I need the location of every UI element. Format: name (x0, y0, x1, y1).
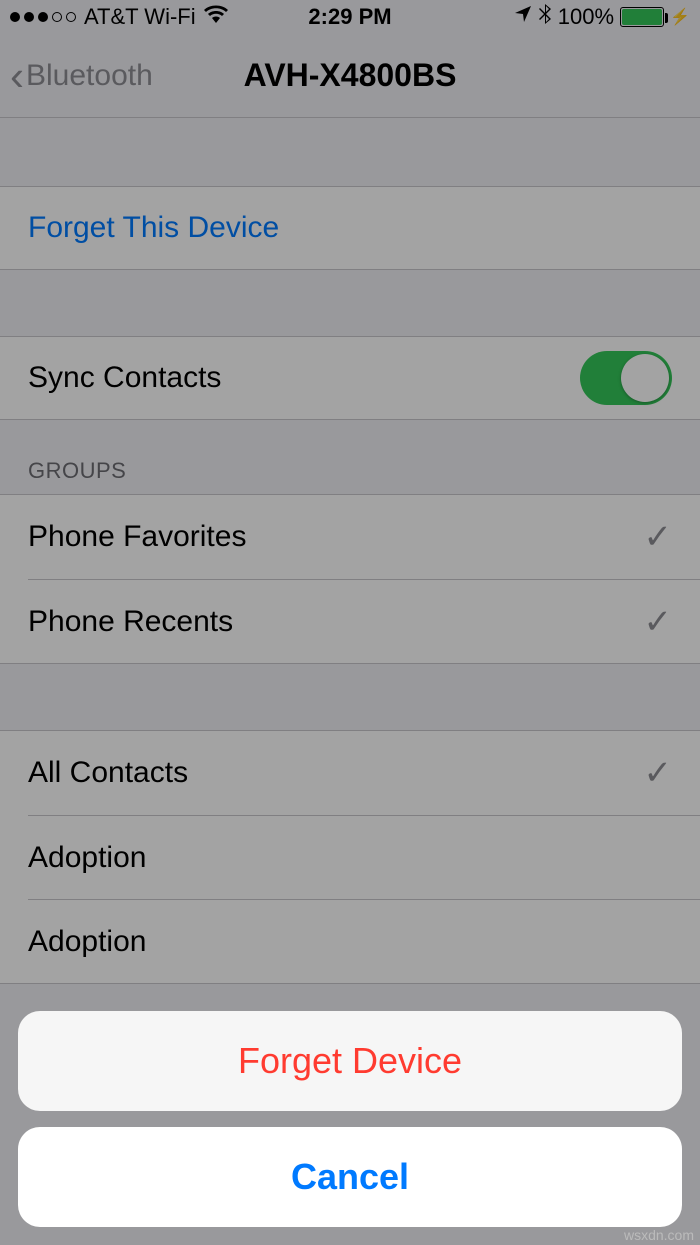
action-sheet: Forget Device Cancel (18, 1011, 682, 1227)
watermark: wsxdn.com (624, 1227, 694, 1243)
cancel-label: Cancel (291, 1156, 409, 1198)
forget-device-sheet-label: Forget Device (238, 1040, 462, 1082)
screen: AT&T Wi-Fi 2:29 PM 100% ⚡ ‹ Bluetooth AV… (0, 0, 700, 1245)
cancel-button[interactable]: Cancel (18, 1127, 682, 1227)
action-sheet-group: Forget Device (18, 1011, 682, 1111)
forget-device-button[interactable]: Forget Device (18, 1011, 682, 1111)
